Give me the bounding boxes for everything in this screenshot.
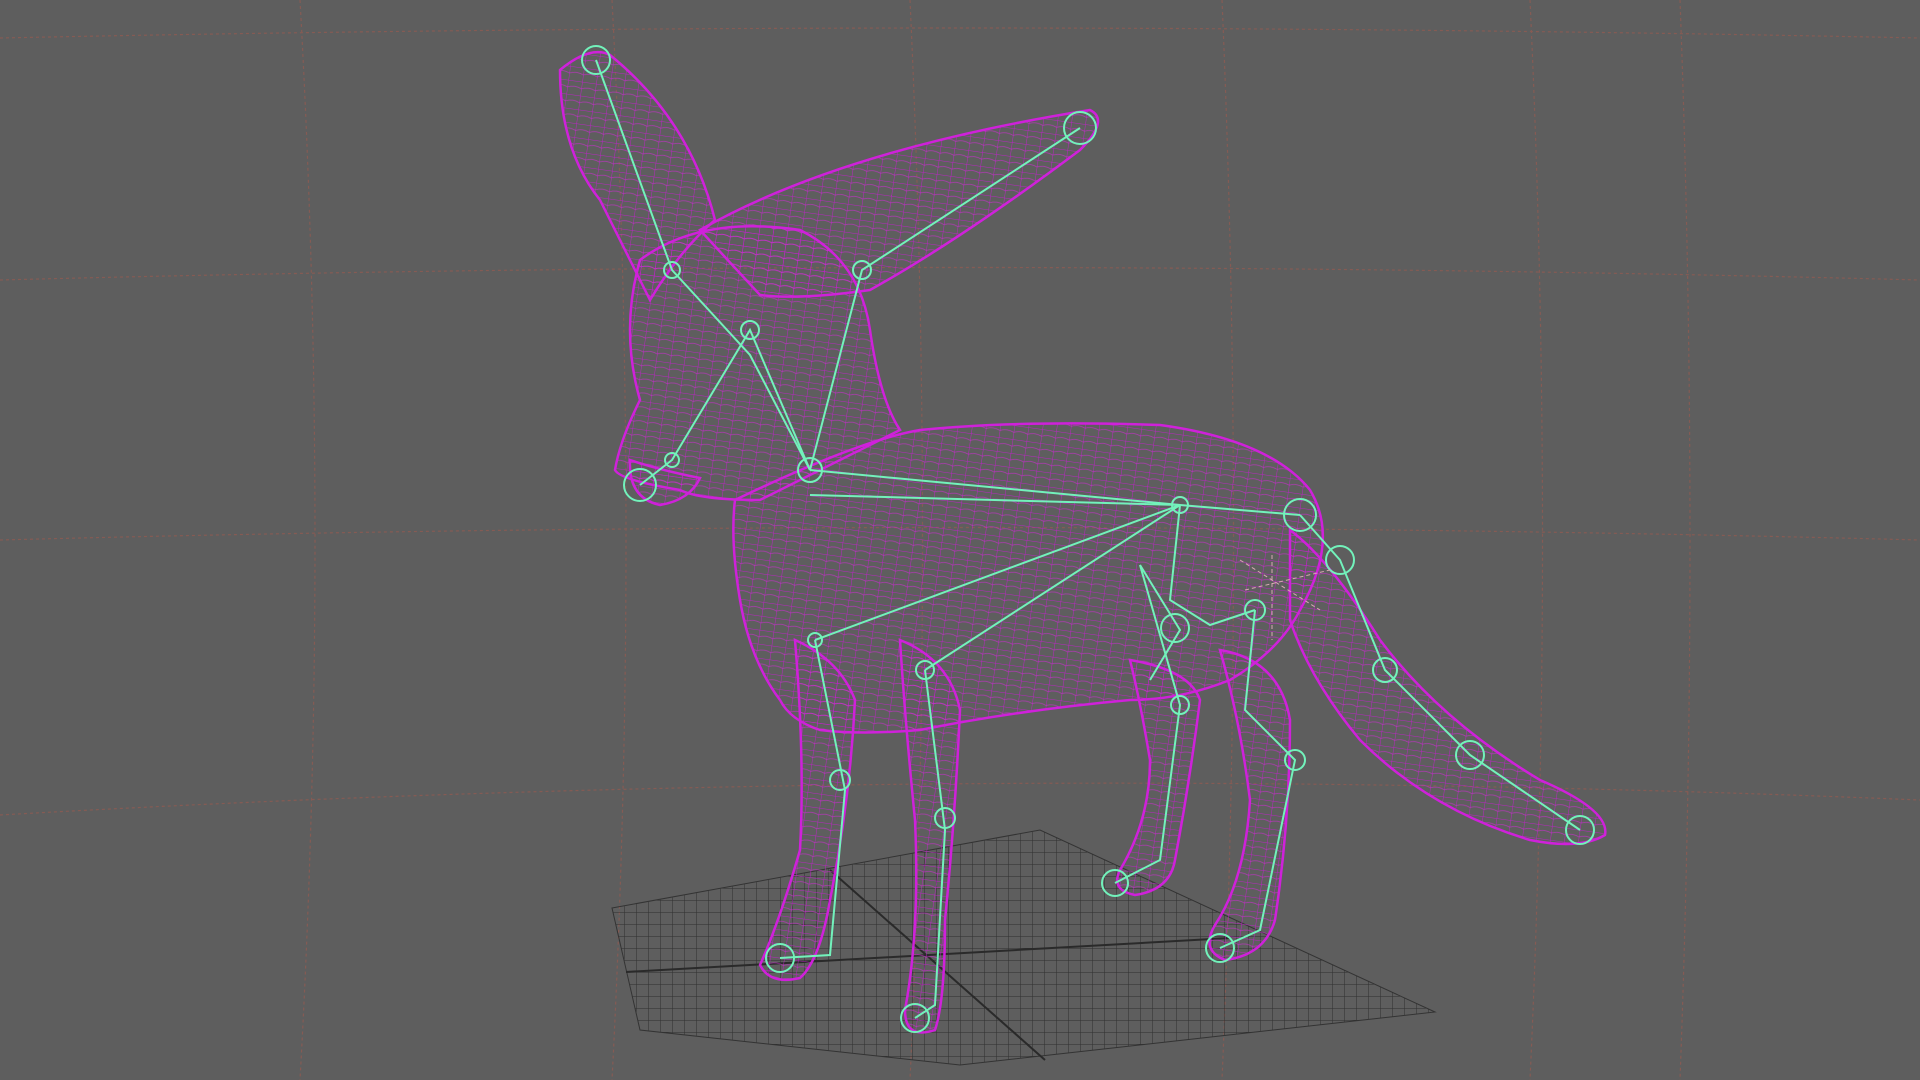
view-grid-h-4 (0, 782, 1920, 816)
view-grid-v-6 (1679, 0, 1691, 1080)
viewport-canvas[interactable] (0, 0, 1920, 1080)
view-grid-h-1 (0, 27, 1920, 39)
view-grid-h-2 (0, 266, 1920, 281)
ground-grid-plane (611, 829, 1437, 1066)
view-grid-v-1 (299, 0, 316, 1080)
3d-viewport[interactable] (0, 0, 1920, 1080)
mesh-tail (1288, 527, 1607, 846)
view-grid-v-5 (1529, 0, 1544, 1080)
mesh-back-leg-right (1208, 648, 1292, 962)
ground-grid (611, 829, 1437, 1066)
